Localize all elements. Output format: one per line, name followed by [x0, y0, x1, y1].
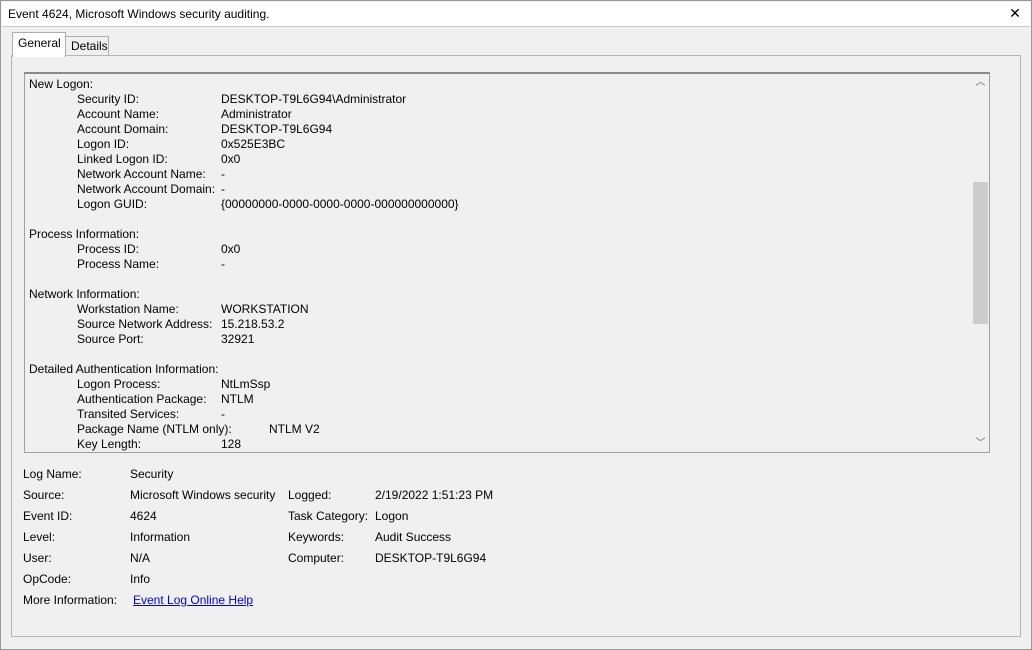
field-label: Network Account Domain: [77, 182, 216, 196]
logged-label: Logged: [288, 488, 332, 502]
event-description-box[interactable]: New Logon: Security ID: DESKTOP-T9L6G94\A… [24, 72, 990, 453]
keywords-label: Keywords: [288, 530, 345, 544]
description-scrollbar[interactable]: ︿ ﹀ [972, 74, 989, 452]
field-row: Process ID: 0x0 [29, 242, 969, 257]
field-row: Linked Logon ID: 0x0 [29, 152, 969, 167]
field-label: Security ID: [77, 92, 140, 106]
event-log-online-help-link[interactable]: Event Log Online Help [133, 592, 253, 608]
task-category-label: Task Category: [288, 509, 369, 523]
title-bar: Event 4624, Microsoft Windows security a… [2, 2, 1030, 27]
field-row: Process Name: - [29, 257, 969, 272]
event-id-value: 4624 [130, 509, 157, 523]
field-value: NTLM V2 [269, 422, 320, 436]
field-value: 0x0 [221, 242, 241, 256]
level-value: Information [130, 530, 191, 544]
field-label: Logon ID: [77, 137, 130, 151]
log-name-value: Security [130, 467, 174, 481]
field-row: Logon GUID: {00000000-0000-0000-0000-0000… [29, 197, 969, 212]
section-title-new-logon: New Logon: [29, 77, 94, 91]
field-row: Security ID: DESKTOP-T9L6G94\Administrato… [29, 92, 969, 107]
field-row: Authentication Package: NTLM [29, 392, 969, 407]
task-category-value: Logon [375, 509, 409, 523]
field-value: 0x525E3BC [221, 137, 286, 151]
field-value: - [221, 182, 225, 196]
field-row: Workstation Name: WORKSTATION [29, 302, 969, 317]
field-value: - [221, 407, 225, 421]
field-label: Source Port: [77, 332, 144, 346]
user-value: N/A [130, 551, 151, 565]
field-label: Transited Services: [77, 407, 180, 421]
field-label: Logon GUID: [77, 197, 148, 211]
event-id-label: Event ID: [23, 509, 73, 523]
section-title-auth: Detailed Authentication Information: [29, 362, 219, 376]
field-row: Key Length: 128 [29, 437, 969, 452]
tab-general[interactable]: General [12, 32, 66, 57]
tab-details[interactable]: Details [65, 36, 109, 55]
field-value: DESKTOP-T9L6G94\Administrator [221, 92, 407, 106]
source-label: Source: [23, 488, 65, 502]
field-label: Account Domain: [77, 122, 169, 136]
log-name-label: Log Name: [23, 467, 82, 481]
field-label: Process Name: [77, 257, 160, 271]
level-label: Level: [23, 530, 56, 544]
field-value: 0x0 [221, 152, 241, 166]
field-value: 32921 [221, 332, 255, 346]
source-value: Microsoft Windows security [130, 488, 276, 502]
field-label: Package Name (NTLM only): [77, 422, 232, 436]
more-information-label: More Information: [23, 593, 118, 607]
field-value: {00000000-0000-0000-0000-000000000000} [221, 197, 459, 211]
field-value: WORKSTATION [221, 302, 309, 316]
keywords-value: Audit Success [375, 530, 452, 544]
chevron-up-icon[interactable]: ︿ [972, 74, 989, 91]
field-value: Administrator [221, 107, 292, 121]
section-title-process: Process Information: [29, 227, 140, 241]
scrollbar-thumb[interactable] [973, 182, 988, 324]
field-label: Key Length: [77, 437, 142, 451]
window-title: Event 4624, Microsoft Windows security a… [8, 7, 270, 21]
field-value: NtLmSsp [221, 377, 271, 391]
computer-label: Computer: [288, 551, 345, 565]
field-value: - [221, 257, 225, 271]
field-value: 15.218.53.2 [221, 317, 285, 331]
field-label: Source Network Address: [77, 317, 213, 331]
field-row: Network Account Domain: - [29, 182, 969, 197]
field-row: Account Name: Administrator [29, 107, 969, 122]
field-row: Account Domain: DESKTOP-T9L6G94 [29, 122, 969, 137]
opcode-label: OpCode: [23, 572, 72, 586]
field-label: Linked Logon ID: [77, 152, 168, 166]
field-row: Network Account Name: - [29, 167, 969, 182]
field-label: Account Name: [77, 107, 160, 121]
opcode-value: Info [130, 572, 151, 586]
chevron-down-icon[interactable]: ﹀ [972, 435, 989, 452]
field-row: Source Port: 32921 [29, 332, 969, 347]
field-value: - [221, 167, 225, 181]
field-row: Transited Services: - [29, 407, 969, 422]
user-label: User: [23, 551, 52, 565]
field-value: DESKTOP-T9L6G94 [221, 122, 333, 136]
field-value: NTLM [221, 392, 254, 406]
close-icon[interactable]: ✕ [1006, 4, 1024, 22]
event-description-text: New Logon: Security ID: DESKTOP-T9L6G94\A… [29, 77, 969, 452]
logged-value: 2/19/2022 1:51:23 PM [375, 488, 494, 502]
field-label: Workstation Name: [77, 302, 179, 316]
field-label: Network Account Name: [77, 167, 206, 181]
section-title-network: Network Information: [29, 287, 140, 301]
field-row: Logon Process: NtLmSsp [29, 377, 969, 392]
field-label: Authentication Package: [77, 392, 207, 406]
field-row: Source Network Address: 15.218.53.2 [29, 317, 969, 332]
field-value: 128 [221, 437, 242, 451]
field-label: Logon Process: [77, 377, 161, 391]
computer-value: DESKTOP-T9L6G94 [375, 551, 487, 565]
field-row: Package Name (NTLM only): NTLM V2 [29, 422, 969, 437]
field-row: Logon ID: 0x525E3BC [29, 137, 969, 152]
field-label: Process ID: [77, 242, 140, 256]
